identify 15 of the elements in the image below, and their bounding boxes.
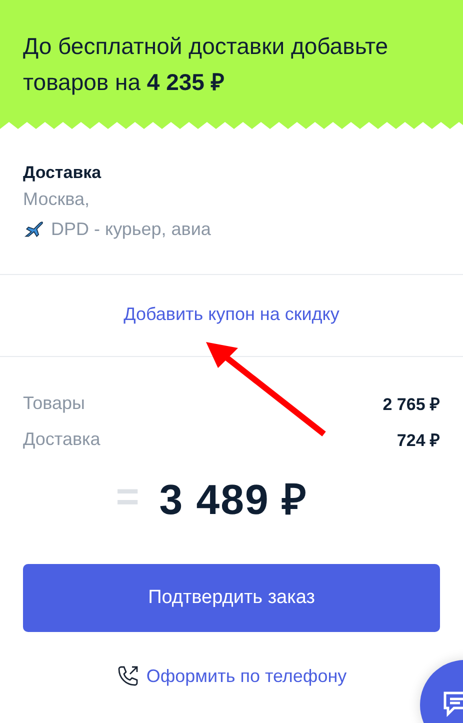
summary-value: 724 ₽	[396, 430, 440, 450]
add-coupon-link[interactable]: Добавить купон на скидку	[124, 304, 340, 325]
summary-value: 2 765 ₽	[382, 394, 440, 414]
confirm-order-button[interactable]: Подтвердить заказ	[23, 564, 440, 632]
free-delivery-text: До бесплатной доставки добавьте товаров на 4 235 ₽	[23, 32, 390, 97]
delivery-city: Москва,	[23, 188, 90, 211]
delivery-method: DPD - курьер, авиа	[51, 218, 211, 241]
equals-sign: =	[116, 475, 140, 520]
summary-label: Доставка	[23, 428, 100, 451]
phone-order-link[interactable]: Оформить по телефону	[146, 666, 347, 686]
summary-label: Товары	[23, 392, 85, 415]
order-total: 3 489 ₽	[159, 475, 308, 525]
delivery-title: Доставка	[23, 162, 102, 184]
chat-icon	[442, 690, 463, 718]
phone-icon	[116, 664, 140, 688]
